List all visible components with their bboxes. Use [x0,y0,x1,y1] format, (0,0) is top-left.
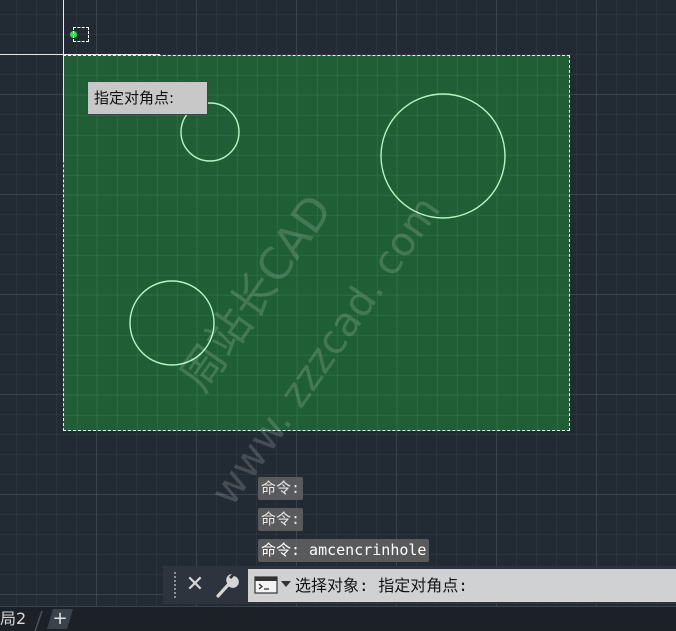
crosshair-horizontal [0,54,160,55]
tab-divider [34,610,43,631]
crosshair-vertical [63,0,64,160]
chevron-down-icon[interactable] [281,581,291,587]
wrench-icon[interactable] [214,570,240,600]
command-line-drag-handle[interactable] [174,572,178,598]
tab-layout2[interactable]: 局2 [0,607,38,631]
cursor-pickbox [73,27,89,42]
dynamic-input-tooltip: 指定对角点: [87,81,208,115]
command-history: 命令: 命令: 命令: amcencrinhole [258,477,430,570]
history-line: 命令: [258,477,429,500]
history-line: 命令: [258,508,429,531]
close-icon[interactable]: ✕ [184,572,206,598]
history-line: 命令: amcencrinhole [258,539,430,562]
command-prompt-text: 选择对象: 指定对角点: [295,576,468,595]
layout-tab-bar [0,606,676,631]
large-circle-right[interactable] [380,93,506,219]
command-prompt-icon[interactable] [254,575,278,595]
